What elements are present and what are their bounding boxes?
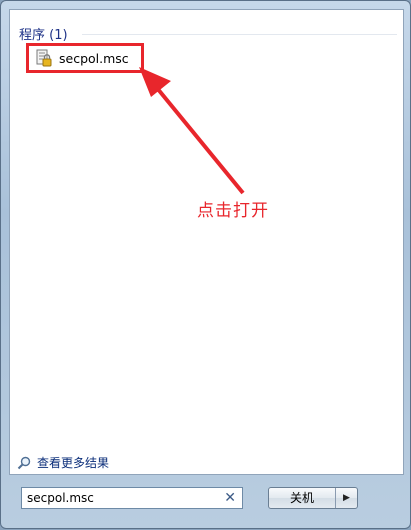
shutdown-button[interactable]: 关机 xyxy=(269,488,336,508)
clear-icon[interactable]: ✕ xyxy=(224,490,236,506)
annotation-label: 点击打开 xyxy=(197,201,269,221)
start-menu-frame: 程序 (1) secpol.msc 查看更多结果 点击打开 secpol.msc… xyxy=(0,0,411,529)
annotation-arrow xyxy=(139,67,245,195)
search-input[interactable] xyxy=(22,489,207,507)
search-box[interactable]: ✕ xyxy=(21,487,243,509)
arrow-right-icon[interactable]: ▶ xyxy=(336,488,357,508)
shutdown-button-group: 关机 ▶ xyxy=(268,487,358,509)
